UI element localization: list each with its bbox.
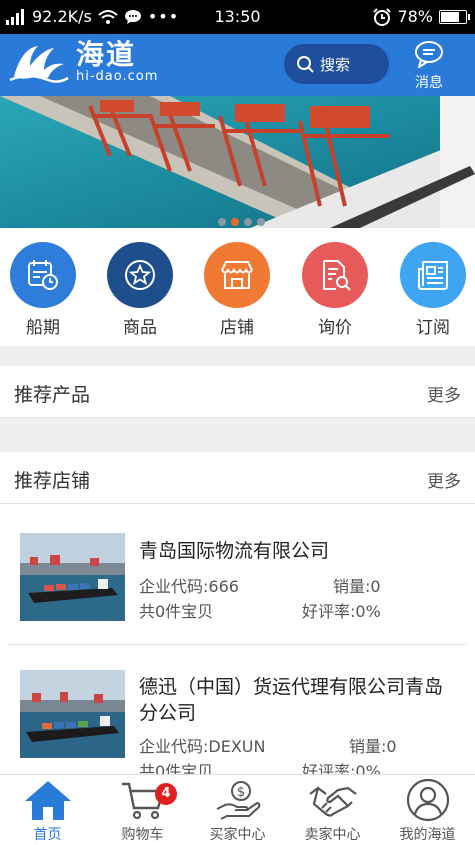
shop-sales: 销量:0: [349, 737, 397, 756]
bottom-tab-bar: 首页 4 购物车 $ 买家中心 卖家中心 我的海道: [0, 774, 475, 845]
category-label: 商品: [123, 318, 157, 338]
tab-label: 我的海道: [399, 827, 456, 843]
store-icon: [204, 242, 270, 308]
message-button[interactable]: 消息: [408, 40, 450, 92]
logo-mark-icon: [9, 46, 69, 83]
banner-dot[interactable]: [244, 218, 252, 226]
app-header: 海道 hi-dao.com 搜索 消息: [0, 34, 475, 96]
shop-name: 德迅（中国）货运代理有限公司青岛分公司: [139, 676, 444, 724]
category-label: 店铺: [220, 318, 254, 338]
recommended-products-header: 推荐产品 更多: [0, 366, 475, 418]
banner-dot[interactable]: [218, 218, 226, 226]
search-button[interactable]: 搜索: [284, 44, 389, 84]
alarm-icon: [373, 7, 392, 26]
search-icon: [297, 56, 314, 73]
category-shipping-schedule[interactable]: 船期: [10, 242, 76, 338]
tab-label: 买家中心: [209, 827, 266, 843]
shop-items-count: 共0件宝贝: [139, 602, 214, 621]
newspaper-icon: [400, 242, 466, 308]
category-inquiry[interactable]: 询价: [302, 242, 368, 338]
shop-thumbnail: [20, 670, 125, 758]
battery-percent: 78%: [397, 7, 433, 26]
category-label: 询价: [318, 318, 352, 338]
shop-code: 企业代码:666: [139, 577, 239, 596]
handshake-icon: [308, 786, 357, 817]
message-icon: [415, 41, 443, 70]
user-icon: [406, 778, 449, 822]
svg-text:$: $: [236, 785, 244, 800]
shop-name: 青岛国际物流有限公司: [139, 540, 330, 562]
tab-label: 首页: [33, 827, 62, 843]
inquiry-doc-icon: [302, 242, 368, 308]
category-products[interactable]: 商品: [107, 242, 173, 338]
cart-count-badge: 4: [155, 783, 177, 805]
category-label: 船期: [26, 318, 60, 338]
section-title: 推荐产品: [14, 384, 91, 406]
tab-my-account[interactable]: 我的海道: [380, 777, 475, 844]
buyer-hand-icon: $: [216, 781, 260, 820]
message-label: 消息: [415, 75, 443, 91]
home-icon: [24, 781, 71, 820]
search-label: 搜索: [320, 55, 351, 74]
banner-port-image: [0, 96, 475, 228]
shop-list: 青岛国际物流有限公司 企业代码:666 销量:0 共0件宝贝 好评率:0% 德迅…: [0, 504, 475, 774]
more-products-link[interactable]: 更多: [427, 381, 461, 406]
category-grid: 船期 商品 店铺 询价 订阅: [0, 228, 475, 346]
category-label: 订阅: [416, 318, 450, 338]
battery-icon: [439, 9, 470, 24]
shop-items-count: 共0件宝贝: [139, 762, 214, 774]
status-bar: 92.2K/s ••• 13:50 78%: [0, 0, 475, 34]
shop-thumbnail: [20, 533, 125, 621]
tab-home[interactable]: 首页: [0, 777, 95, 844]
banner-carousel[interactable]: [0, 96, 475, 228]
tab-label: 卖家中心: [304, 827, 361, 843]
tab-seller-center[interactable]: 卖家中心: [285, 777, 380, 844]
banner-dot[interactable]: [257, 218, 265, 226]
list-divider: [8, 644, 467, 645]
shop-sales: 销量:0: [333, 577, 381, 596]
shop-rating: 好评率:0%: [302, 602, 381, 621]
category-subscribe[interactable]: 订阅: [400, 242, 466, 338]
banner-dot-active[interactable]: [231, 218, 239, 226]
tab-buyer-center[interactable]: $ 买家中心: [190, 777, 285, 844]
section-title: 推荐店铺: [14, 470, 91, 492]
calendar-clock-icon: [10, 242, 76, 308]
tab-cart[interactable]: 4 购物车: [95, 777, 190, 844]
logo-title: 海道: [76, 38, 137, 71]
logo[interactable]: 海道 hi-dao.com: [8, 40, 158, 84]
tab-label: 购物车: [121, 827, 164, 843]
banner-indicator: [218, 218, 265, 226]
recommended-shops-header: 推荐店铺 更多: [0, 452, 475, 504]
logo-subtitle: hi-dao.com: [76, 69, 159, 84]
star-circle-icon: [107, 242, 173, 308]
more-shops-link[interactable]: 更多: [427, 467, 461, 492]
category-stores[interactable]: 店铺: [204, 242, 270, 338]
shop-code: 企业代码:DEXUN: [139, 737, 266, 756]
shop-rating: 好评率:0%: [302, 762, 381, 774]
